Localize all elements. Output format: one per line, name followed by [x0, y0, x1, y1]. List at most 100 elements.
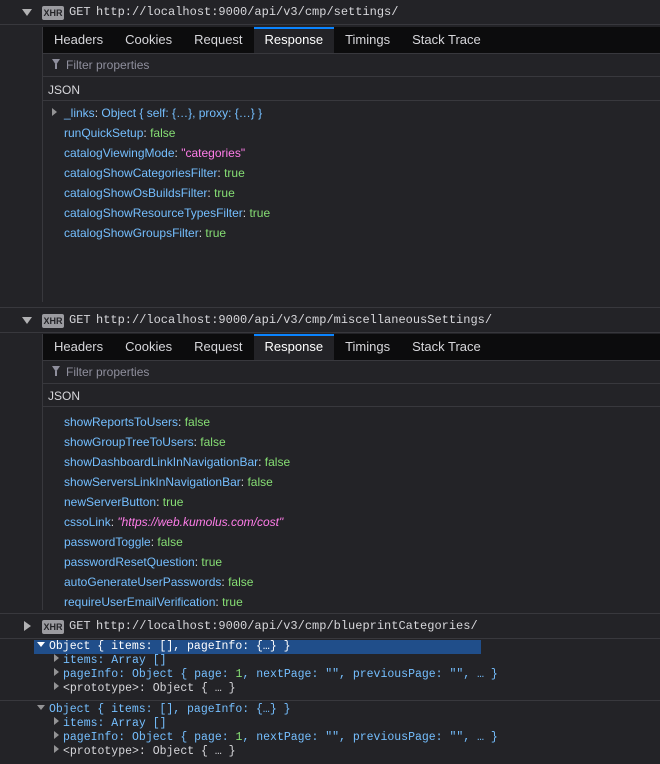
json-prop[interactable]: catalogShowResourceTypesFilter: true [64, 206, 270, 220]
request-method: GET [69, 5, 91, 19]
expand-twisty-icon[interactable] [24, 621, 31, 631]
prop-key: catalogViewingMode [64, 146, 175, 160]
prop-value: true [201, 555, 223, 569]
object-property-row[interactable]: items: Array [] [54, 654, 167, 667]
request-details-panel: Headers Cookies Request Response Timings… [42, 27, 660, 302]
prop-value: true [162, 495, 184, 509]
json-prop-links[interactable]: _links: Object { self: {…}, proxy: {…} } [52, 106, 262, 120]
prop-value: true [224, 166, 245, 180]
request-url[interactable]: http://localhost:9000/api/v3/cmp/setting… [96, 5, 398, 19]
object-property-text: , nextPage: "", previousPage: "", … } [242, 668, 498, 681]
prop-key: showGroupTreeToUsers [64, 435, 194, 449]
tab-request[interactable]: Request [183, 334, 253, 360]
json-prop[interactable]: showReportsToUsers: false [64, 415, 210, 429]
divider [0, 700, 660, 701]
tab-response[interactable]: Response [253, 334, 335, 360]
console-object-summary[interactable]: Object { items: [], pageInfo: {…} } [37, 703, 291, 716]
prop-value: true [222, 595, 243, 609]
object-property-row[interactable]: <prototype>: Object { … } [54, 682, 236, 695]
tab-headers[interactable]: Headers [43, 334, 114, 360]
json-prop[interactable]: runQuickSetup: false [64, 126, 175, 140]
filter-properties-bar[interactable]: Filter properties [43, 53, 660, 77]
request-url[interactable]: http://localhost:9000/api/v3/cmp/miscell… [96, 313, 492, 327]
request-row-blueprint-categories[interactable]: XHR GET http://localhost:9000/api/v3/cmp… [0, 613, 660, 639]
prop-key: showServersLinkInNavigationBar [64, 475, 241, 489]
prop-key: autoGenerateUserPasswords [64, 575, 222, 589]
object-property-text: <prototype>: Object { … } [63, 745, 236, 758]
tab-stack-trace[interactable]: Stack Trace [401, 334, 492, 360]
json-prop[interactable]: catalogShowCategoriesFilter: true [64, 166, 245, 180]
tab-timings[interactable]: Timings [334, 27, 401, 53]
object-property-text: pageInfo: Object { page: [63, 731, 236, 744]
object-property-row[interactable]: <prototype>: Object { … } [54, 745, 236, 758]
console-object-summary[interactable]: Object { items: [], pageInfo: {…} } [37, 640, 291, 653]
json-prop[interactable]: passwordToggle: false [64, 535, 183, 549]
json-prop[interactable]: showServersLinkInNavigationBar: false [64, 475, 273, 489]
expand-twisty-icon[interactable] [52, 108, 57, 116]
details-tab-bar: Headers Cookies Request Response Timings… [43, 27, 660, 54]
tab-stack-trace[interactable]: Stack Trace [401, 27, 492, 53]
collapse-twisty-icon[interactable] [37, 642, 45, 647]
request-row-misc-settings[interactable]: XHR GET http://localhost:9000/api/v3/cmp… [0, 307, 660, 333]
prop-key: _links [64, 106, 95, 120]
json-prop[interactable]: catalogViewingMode: "categories" [64, 146, 245, 160]
xhr-badge: XHR [42, 314, 64, 328]
json-prop[interactable]: showDashboardLinkInNavigationBar: false [64, 455, 290, 469]
filter-properties-input[interactable]: Filter properties [66, 58, 149, 72]
filter-properties-input[interactable]: Filter properties [66, 365, 149, 379]
json-prop[interactable]: passwordResetQuestion: true [64, 555, 222, 569]
object-property-text: pageInfo: Object { page: [63, 668, 236, 681]
expand-twisty-icon[interactable] [54, 731, 59, 739]
tab-request[interactable]: Request [183, 27, 253, 53]
collapse-twisty-icon[interactable] [22, 9, 32, 16]
json-prop[interactable]: autoGenerateUserPasswords: false [64, 575, 253, 589]
prop-key: passwordToggle [64, 535, 151, 549]
object-property-row[interactable]: pageInfo: Object { page: 1, nextPage: ""… [54, 668, 498, 681]
expand-twisty-icon[interactable] [54, 717, 59, 725]
tab-response[interactable]: Response [253, 27, 335, 53]
prop-key: catalogShowCategoriesFilter [64, 166, 218, 180]
json-prop[interactable]: newServerButton: true [64, 495, 183, 509]
prop-value: false [184, 415, 211, 429]
prop-value: "https://web.kumolus.com/cost" [117, 515, 284, 529]
object-property-text: <prototype>: Object { … } [63, 682, 236, 695]
prop-key: showDashboardLinkInNavigationBar [64, 455, 259, 469]
expand-twisty-icon[interactable] [54, 668, 59, 676]
xhr-badge: XHR [42, 620, 64, 634]
expand-twisty-icon[interactable] [54, 682, 59, 690]
json-prop[interactable]: catalogShowGroupsFilter: true [64, 226, 226, 240]
expand-twisty-icon[interactable] [54, 654, 59, 662]
tab-cookies[interactable]: Cookies [114, 27, 183, 53]
object-property-row[interactable]: pageInfo: Object { page: 1, nextPage: ""… [54, 731, 498, 744]
json-prop[interactable]: cssoLink: "https://web.kumolus.com/cost" [64, 515, 283, 529]
prop-key: requireUserEmailVerification [64, 595, 216, 609]
prop-value: false [150, 126, 176, 140]
object-property-row[interactable]: items: Array [] [54, 717, 167, 730]
prop-value: false [247, 475, 273, 489]
prop-value: false [228, 575, 254, 589]
request-method: GET [69, 619, 91, 633]
json-prop[interactable]: requireUserEmailVerification: true [64, 595, 243, 609]
json-section-header[interactable]: JSON [48, 389, 80, 403]
json-prop[interactable]: showGroupTreeToUsers: false [64, 435, 226, 449]
request-row-settings[interactable]: XHR GET http://localhost:9000/api/v3/cmp… [0, 0, 660, 25]
object-property-text: items: Array [] [63, 717, 167, 730]
request-url[interactable]: http://localhost:9000/api/v3/cmp/bluepri… [96, 619, 478, 633]
xhr-badge: XHR [42, 6, 64, 20]
prop-key: runQuickSetup [64, 126, 144, 140]
filter-properties-bar[interactable]: Filter properties [43, 360, 660, 384]
request-method: GET [69, 313, 91, 327]
object-summary-text: Object { items: [], pageInfo: {…} } [49, 640, 291, 653]
collapse-twisty-icon[interactable] [22, 317, 32, 324]
tab-headers[interactable]: Headers [43, 27, 114, 53]
expand-twisty-icon[interactable] [54, 745, 59, 753]
prop-value: "categories" [181, 146, 246, 160]
divider [43, 406, 660, 407]
tab-cookies[interactable]: Cookies [114, 334, 183, 360]
prop-value: true [214, 186, 235, 200]
prop-key: showReportsToUsers [64, 415, 179, 429]
json-section-header[interactable]: JSON [48, 83, 80, 97]
collapse-twisty-icon[interactable] [37, 705, 45, 710]
json-prop[interactable]: catalogShowOsBuildsFilter: true [64, 186, 235, 200]
tab-timings[interactable]: Timings [334, 334, 401, 360]
